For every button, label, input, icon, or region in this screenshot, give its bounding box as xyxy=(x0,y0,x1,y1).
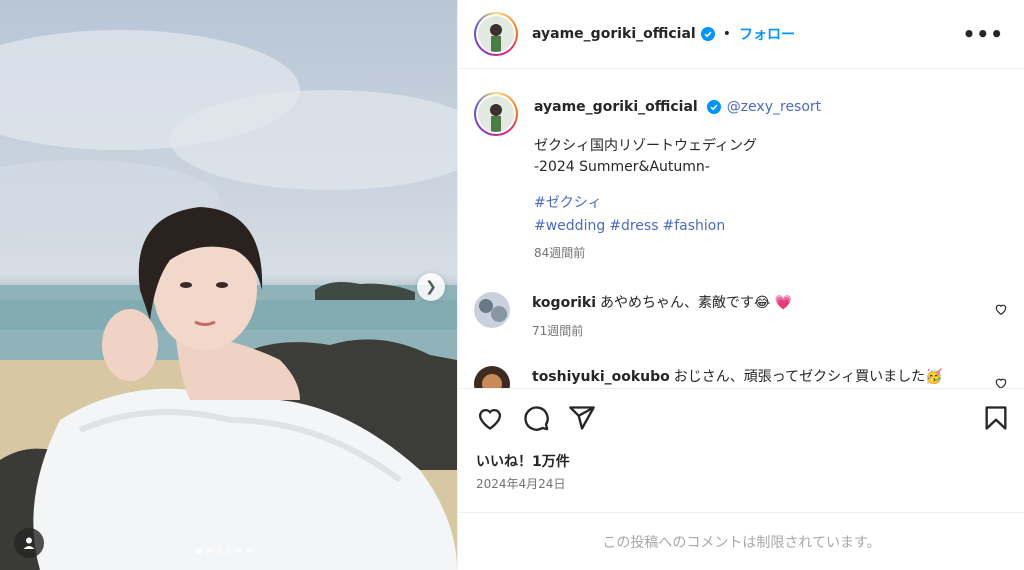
comment-item: kogoriki あやめちゃん、素敵です😂 💗 71週間前 xyxy=(474,292,1014,340)
heart-icon[interactable] xyxy=(476,404,504,432)
caption-author-avatar[interactable] xyxy=(474,92,518,136)
send-icon[interactable] xyxy=(568,404,596,432)
follow-button[interactable]: フォロー xyxy=(739,24,795,44)
author-avatar[interactable] xyxy=(474,12,518,56)
carousel-dot xyxy=(206,548,212,554)
carousel-dot xyxy=(226,548,232,554)
user-tag-icon xyxy=(23,537,35,549)
caption: ayame_goriki_official @zexy_resort ゼクシィ国内… xyxy=(474,92,821,261)
author-username[interactable]: ayame_goriki_official xyxy=(532,26,696,42)
comments-restricted-notice: この投稿へのコメントは制限されています。 xyxy=(458,512,1024,570)
post-media[interactable]: ❯ xyxy=(0,0,457,570)
comment-username[interactable]: toshiyuki_ookubo xyxy=(532,369,670,385)
post-panel: ayame_goriki_official • フォロー ••• ayame_g… xyxy=(457,0,1024,570)
verified-badge-icon xyxy=(706,100,721,114)
commenter-avatar[interactable] xyxy=(474,366,510,388)
comments-list[interactable]: ayame_goriki_official @zexy_resort ゼクシィ国内… xyxy=(458,70,1024,388)
comment-text: おじさん、頑張ってゼクシィ買いました🥳 xyxy=(673,369,943,385)
action-bar: いいね！1万件 2024年4月24日 xyxy=(458,388,1024,512)
comment-text: あやめちゃん、素敵です😂 💗 xyxy=(600,295,793,311)
more-options-icon[interactable]: ••• xyxy=(963,22,1004,46)
caption-time: 84週間前 xyxy=(534,246,586,260)
comment-time: 71週間前 xyxy=(532,324,584,338)
bookmark-icon[interactable] xyxy=(982,404,1010,432)
comment-like-icon[interactable] xyxy=(994,302,1008,316)
post-header: ayame_goriki_official • フォロー ••• xyxy=(458,0,1024,69)
carousel-dot xyxy=(246,548,252,554)
tagged-users-button[interactable] xyxy=(14,528,44,558)
comment-item: toshiyuki_ookubo おじさん、頑張ってゼクシィ買いました🥳 xyxy=(474,366,1014,388)
comment-icon[interactable] xyxy=(522,404,550,432)
caption-username[interactable]: ayame_goriki_official xyxy=(534,99,698,115)
carousel-next-button[interactable]: ❯ xyxy=(417,273,445,301)
carousel-dot xyxy=(236,548,242,554)
comment-username[interactable]: kogoriki xyxy=(532,295,596,311)
hashtag-link[interactable]: #wedding xyxy=(534,218,605,234)
mention-link[interactable]: @zexy_resort xyxy=(727,99,821,115)
caption-text: ゼクシィ国内リゾートウェディング -2024 Summer&Autumn- xyxy=(534,138,758,175)
chevron-right-icon: ❯ xyxy=(425,279,437,295)
commenter-avatar[interactable] xyxy=(474,292,510,328)
carousel-dot xyxy=(196,548,202,554)
verified-badge-icon xyxy=(700,27,715,41)
carousel-indicator xyxy=(196,548,252,554)
hashtags: #ゼクシィ #wedding #dress #fashion xyxy=(534,192,821,238)
like-count[interactable]: いいね！1万件 xyxy=(476,451,570,471)
hashtag-link[interactable]: #fashion xyxy=(663,218,726,234)
hashtag-link[interactable]: #dress xyxy=(609,218,658,234)
separator: • xyxy=(722,26,731,42)
carousel-dot xyxy=(216,548,222,554)
comment-like-icon[interactable] xyxy=(994,376,1008,388)
hashtag-link[interactable]: #ゼクシィ xyxy=(534,195,602,211)
post-date: 2024年4月24日 xyxy=(476,477,566,491)
post-photo xyxy=(0,30,457,570)
